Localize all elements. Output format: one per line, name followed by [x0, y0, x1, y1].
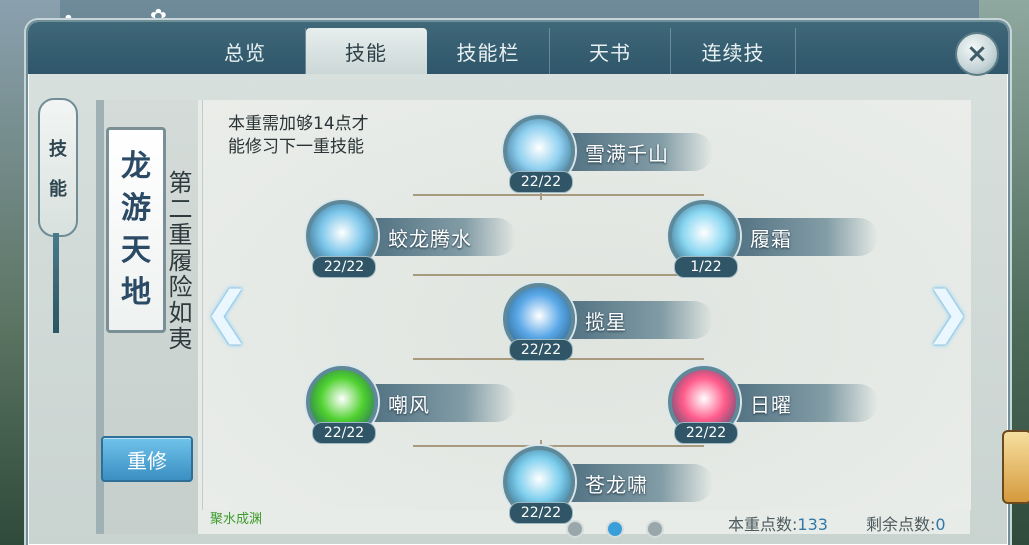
skill-name: 蛟龙腾水 [388, 227, 472, 251]
banner-char: 游 [121, 191, 151, 226]
side-tag-skills: 技 能 [38, 98, 78, 237]
hint-line: 能修习下一重技能 [228, 137, 364, 157]
tab-skills[interactable]: 技能 [306, 28, 427, 74]
page-dot[interactable] [606, 520, 624, 538]
page-dot[interactable] [646, 520, 664, 538]
skill-level: 22/22 [312, 256, 376, 278]
side-tag-char: 能 [49, 178, 67, 200]
school-banner: 龙 游 天 地 [106, 127, 166, 333]
skill-name: 雪满千山 [585, 142, 669, 166]
reset-skills-button[interactable]: 重修 [101, 436, 193, 482]
skill-level: 22/22 [509, 171, 573, 193]
skill-level: 22/22 [674, 422, 738, 444]
chevron-left-icon: ❮ [203, 279, 251, 345]
prev-tier-arrow[interactable]: ❮ [204, 280, 251, 345]
page-dot[interactable] [566, 520, 584, 538]
tab-overview[interactable]: 总览 [185, 28, 306, 74]
tab-skill-bar[interactable]: 技能栏 [427, 28, 550, 74]
chevron-right-icon: ❯ [924, 279, 972, 345]
tab-combo-skills[interactable]: 连续技 [671, 28, 796, 74]
skill-name: 日曜 [750, 393, 792, 417]
remaining-points: 剩余点数:0 [866, 515, 946, 534]
banner-char: 地 [121, 275, 151, 310]
tier-points: 本重点数:133 [728, 515, 828, 534]
banner-char: 天 [121, 233, 151, 268]
next-tier-arrow[interactable]: ❯ [925, 280, 972, 345]
close-icon: × [966, 39, 988, 69]
tier-title: 第二重履险如夷 [164, 170, 192, 352]
tree-connector [413, 194, 704, 196]
recommend-value: 聚水成渊 [210, 512, 263, 527]
hint-line: 本重需加够14点才 [228, 114, 369, 134]
skill-level: 1/22 [674, 256, 738, 278]
banner-char: 龙 [121, 149, 151, 184]
tier-hint: 本重需加够14点才 能修习下一重技能 [228, 113, 369, 159]
skill-level: 22/22 [509, 339, 573, 361]
skill-name: 揽星 [585, 310, 627, 334]
skill-name: 履霜 [750, 227, 792, 251]
tier-points-value: 133 [797, 515, 828, 534]
skill-name: 嘲风 [388, 393, 430, 417]
tab-celestial-book[interactable]: 天书 [550, 28, 671, 74]
skill-level: 22/22 [312, 422, 376, 444]
lantern-icon [1002, 430, 1029, 504]
skill-level: 22/22 [509, 502, 573, 524]
side-tag-char: 技 [49, 138, 67, 160]
remaining-points-value: 0 [935, 515, 946, 534]
skill-name: 苍龙啸 [585, 473, 648, 497]
tree-connector [413, 445, 704, 447]
tree-connector [413, 274, 704, 276]
close-button[interactable]: × [955, 32, 999, 76]
tassel-ornament [53, 233, 59, 333]
